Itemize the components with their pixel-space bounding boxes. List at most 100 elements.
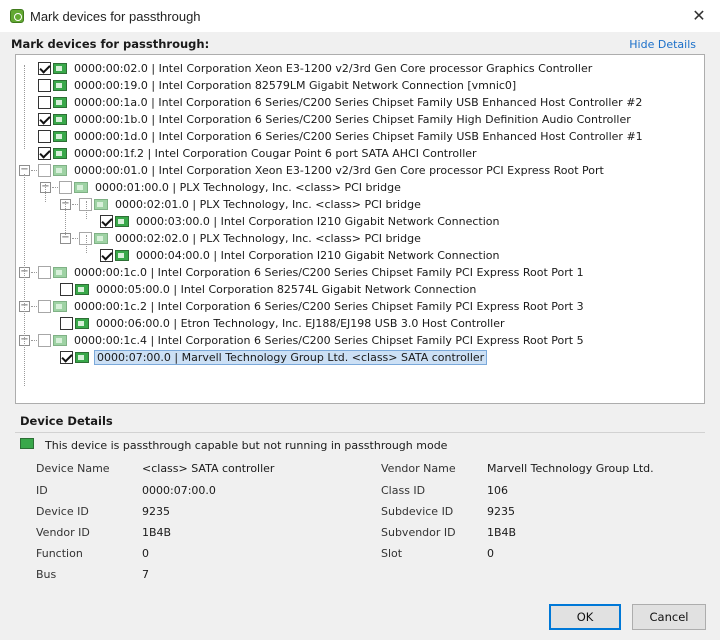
- tree-row-label[interactable]: 0000:06:00.0 | Etron Technology, Inc. EJ…: [94, 317, 507, 330]
- bus-label: Bus: [36, 568, 57, 581]
- tree-row-label[interactable]: 0000:03:00.0 | Intel Corporation I210 Gi…: [134, 215, 501, 228]
- passthrough-checkbox[interactable]: [38, 95, 51, 109]
- device-tree[interactable]: 0000:00:02.0 | Intel Corporation Xeon E3…: [15, 54, 705, 404]
- passthrough-checkbox[interactable]: [38, 112, 51, 126]
- tree-row[interactable]: −0000:00:01.0 | Intel Corporation Xeon E…: [19, 162, 606, 178]
- tree-row-label[interactable]: 0000:00:1a.0 | Intel Corporation 6 Serie…: [72, 96, 644, 109]
- device-details-heading: Device Details: [20, 414, 113, 428]
- tree-row[interactable]: 0000:05:00.0 | Intel Corporation 82574L …: [60, 281, 478, 297]
- device-id-label: Device ID: [36, 505, 89, 518]
- passthrough-checkbox[interactable]: [38, 78, 51, 92]
- tree-connector: [72, 203, 78, 205]
- tree-row[interactable]: −0000:02:01.0 | PLX Technology, Inc. <cl…: [60, 196, 423, 212]
- tree-row[interactable]: 0000:00:02.0 | Intel Corporation Xeon E3…: [38, 60, 594, 76]
- pci-device-icon: [75, 351, 89, 363]
- tree-row-label[interactable]: 0000:01:00.0 | PLX Technology, Inc. <cla…: [93, 181, 403, 194]
- tree-row-label[interactable]: 0000:00:1c.4 | Intel Corporation 6 Serie…: [72, 334, 586, 347]
- tree-row-label[interactable]: 0000:02:02.0 | PLX Technology, Inc. <cla…: [113, 232, 423, 245]
- tree-row-label[interactable]: 0000:00:02.0 | Intel Corporation Xeon E3…: [72, 62, 594, 75]
- tree-row[interactable]: 0000:00:1d.0 | Intel Corporation 6 Serie…: [38, 128, 645, 144]
- passthrough-checkbox[interactable]: [59, 180, 72, 194]
- pci-device-icon: [53, 96, 67, 108]
- details-divider: [15, 432, 705, 433]
- vendor-id-value: 1B4B: [142, 526, 172, 539]
- tree-row[interactable]: 0000:07:00.0 | Marvell Technology Group …: [60, 349, 488, 365]
- function-value: 0: [142, 547, 149, 560]
- passthrough-checkbox[interactable]: [60, 316, 73, 330]
- pci-device-icon: [74, 181, 88, 193]
- tree-row-label[interactable]: 0000:00:1f.2 | Intel Corporation Cougar …: [72, 147, 479, 160]
- tree-row[interactable]: 0000:00:1b.0 | Intel Corporation 6 Serie…: [38, 111, 633, 127]
- pci-device-icon: [53, 113, 67, 125]
- device-name-label: Device Name: [36, 462, 110, 475]
- tree-guide-line: [86, 235, 87, 253]
- ok-button[interactable]: OK: [549, 604, 621, 630]
- passthrough-checkbox[interactable]: [60, 350, 73, 364]
- tree-row-label[interactable]: 0000:04:00.0 | Intel Corporation I210 Gi…: [134, 249, 501, 262]
- tree-row[interactable]: 0000:04:00.0 | Intel Corporation I210 Gi…: [100, 247, 501, 263]
- id-value: 0000:07:00.0: [142, 484, 216, 497]
- section-heading: Mark devices for passthrough:: [11, 37, 210, 51]
- tree-row-label[interactable]: 0000:00:19.0 | Intel Corporation 82579LM…: [72, 79, 518, 92]
- tree-connector: [31, 339, 37, 341]
- pci-device-icon: [53, 164, 67, 176]
- tree-row[interactable]: −0000:00:1c.0 | Intel Corporation 6 Seri…: [19, 264, 586, 280]
- id-label: ID: [36, 484, 48, 497]
- subdevice-id-value: 9235: [487, 505, 515, 518]
- tree-row[interactable]: −0000:00:1c.4 | Intel Corporation 6 Seri…: [19, 332, 586, 348]
- vendor-id-label: Vendor ID: [36, 526, 90, 539]
- close-button[interactable]: ✕: [688, 5, 710, 27]
- tree-row-label[interactable]: 0000:00:1d.0 | Intel Corporation 6 Serie…: [72, 130, 645, 143]
- tree-row[interactable]: −0000:01:00.0 | PLX Technology, Inc. <cl…: [40, 179, 403, 195]
- pci-device-icon: [75, 283, 89, 295]
- bus-value: 7: [142, 568, 149, 581]
- cancel-button[interactable]: Cancel: [632, 604, 706, 630]
- passthrough-checkbox[interactable]: [38, 129, 51, 143]
- tree-connector: [31, 169, 37, 171]
- class-id-label: Class ID: [381, 484, 426, 497]
- passthrough-checkbox[interactable]: [38, 265, 51, 279]
- tree-row-label[interactable]: 0000:00:1c.2 | Intel Corporation 6 Serie…: [72, 300, 586, 313]
- tree-connector: [52, 186, 58, 188]
- passthrough-checkbox[interactable]: [100, 214, 113, 228]
- pci-device-icon: [115, 215, 129, 227]
- tree-row[interactable]: 0000:03:00.0 | Intel Corporation I210 Gi…: [100, 213, 501, 229]
- title-bar: Mark devices for passthrough ✕: [0, 0, 720, 32]
- pci-device-icon: [53, 266, 67, 278]
- tree-guide-line: [45, 184, 46, 202]
- pci-device-icon: [53, 130, 67, 142]
- tree-row-label[interactable]: 0000:07:00.0 | Marvell Technology Group …: [94, 349, 488, 365]
- passthrough-checkbox[interactable]: [38, 299, 51, 313]
- passthrough-checkbox[interactable]: [38, 61, 51, 75]
- pci-device-icon: [94, 198, 108, 210]
- subdevice-id-label: Subdevice ID: [381, 505, 454, 518]
- pci-device-icon: [53, 62, 67, 74]
- pci-device-icon: [75, 317, 89, 329]
- tree-row[interactable]: 0000:00:1a.0 | Intel Corporation 6 Serie…: [38, 94, 644, 110]
- hide-details-link[interactable]: Hide Details: [629, 38, 696, 51]
- tree-guide-line: [65, 201, 66, 235]
- tree-row-label[interactable]: 0000:05:00.0 | Intel Corporation 82574L …: [94, 283, 478, 296]
- tree-row[interactable]: 0000:06:00.0 | Etron Technology, Inc. EJ…: [60, 315, 507, 331]
- tree-guide-line: [24, 174, 25, 386]
- passthrough-checkbox[interactable]: [38, 163, 51, 177]
- tree-row[interactable]: −0000:02:02.0 | PLX Technology, Inc. <cl…: [60, 230, 423, 246]
- tree-row-label[interactable]: 0000:00:1b.0 | Intel Corporation 6 Serie…: [72, 113, 633, 126]
- pci-device-icon: [53, 334, 67, 346]
- vendor-name-value: Marvell Technology Group Ltd.: [487, 462, 654, 475]
- tree-connector: [31, 305, 37, 307]
- slot-value: 0: [487, 547, 494, 560]
- tree-row[interactable]: −0000:00:1c.2 | Intel Corporation 6 Seri…: [19, 298, 586, 314]
- tree-row-label[interactable]: 0000:00:1c.0 | Intel Corporation 6 Serie…: [72, 266, 586, 279]
- tree-guide-line: [86, 201, 87, 219]
- tree-row-label[interactable]: 0000:02:01.0 | PLX Technology, Inc. <cla…: [113, 198, 423, 211]
- passthrough-checkbox[interactable]: [38, 333, 51, 347]
- tree-row[interactable]: 0000:00:19.0 | Intel Corporation 82579LM…: [38, 77, 518, 93]
- tree-connector: [72, 237, 78, 239]
- tree-row[interactable]: 0000:00:1f.2 | Intel Corporation Cougar …: [38, 145, 479, 161]
- passthrough-checkbox[interactable]: [100, 248, 113, 262]
- passthrough-checkbox[interactable]: [60, 282, 73, 296]
- passthrough-checkbox[interactable]: [38, 146, 51, 160]
- function-label: Function: [36, 547, 83, 560]
- tree-row-label[interactable]: 0000:00:01.0 | Intel Corporation Xeon E3…: [72, 164, 606, 177]
